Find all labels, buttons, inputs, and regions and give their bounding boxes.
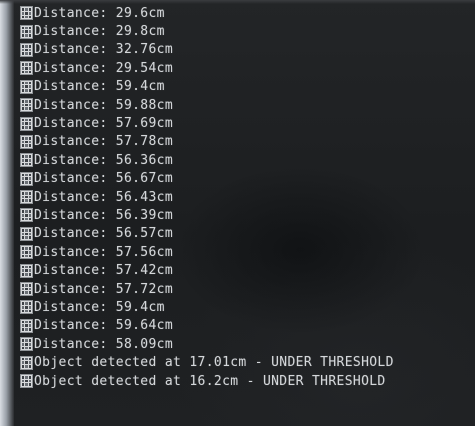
unprintable-char-icon (20, 171, 33, 186)
log-line-text: Distance: 59.88cm (34, 97, 174, 113)
unprintable-char-icon (20, 116, 33, 131)
unprintable-char-icon (20, 263, 33, 278)
log-line: Distance: 59.88cm (20, 96, 475, 114)
log-line-text: Distance: 57.69cm (34, 116, 174, 132)
log-line: Distance: 57.56cm (20, 243, 475, 261)
log-line: Distance: 56.67cm (20, 170, 475, 188)
log-line-text: Distance: 56.67cm (34, 171, 174, 187)
unprintable-char-icon (20, 42, 33, 57)
log-line-text: Object detected at 16.2cm - UNDER THRESH… (34, 373, 386, 389)
log-line-text: Distance: 29.6cm (34, 5, 165, 21)
log-line: Distance: 57.78cm (20, 133, 475, 151)
unprintable-char-icon (20, 337, 33, 352)
log-line: Object detected at 17.01cm - UNDER THRES… (20, 353, 475, 371)
log-line-text: Distance: 56.43cm (34, 189, 174, 205)
log-line: Object detected at 16.2cm - UNDER THRESH… (20, 372, 475, 390)
log-line-text: Distance: 56.36cm (34, 152, 174, 168)
log-line: Distance: 59.4cm (20, 298, 475, 316)
unprintable-char-icon (20, 61, 33, 76)
log-line-text: Distance: 29.54cm (34, 60, 174, 76)
unprintable-char-icon (20, 300, 33, 315)
log-line: Distance: 29.6cm (20, 4, 475, 22)
log-line-text: Distance: 56.57cm (34, 226, 174, 242)
unprintable-char-icon (20, 282, 33, 297)
unprintable-char-icon (20, 190, 33, 205)
unprintable-char-icon (20, 374, 33, 388)
log-line: Distance: 56.39cm (20, 206, 475, 224)
unprintable-char-icon (20, 245, 33, 260)
unprintable-char-icon (20, 24, 33, 39)
log-line: Distance: 57.69cm (20, 114, 475, 132)
unprintable-char-icon (20, 79, 33, 94)
log-line: Distance: 58.09cm (20, 335, 475, 353)
log-line-text: Distance: 57.72cm (34, 281, 174, 297)
log-line-text: Object detected at 17.01cm - UNDER THRES… (34, 355, 394, 371)
unprintable-char-icon (20, 208, 33, 223)
unprintable-char-icon (20, 318, 33, 333)
log-line-text: Distance: 32.76cm (34, 42, 174, 58)
log-line: Distance: 59.4cm (20, 78, 475, 96)
log-line-text: Distance: 56.39cm (34, 207, 174, 223)
log-line-text: Distance: 59.4cm (34, 299, 165, 315)
unprintable-char-icon (20, 6, 33, 21)
log-line-text: Distance: 29.8cm (34, 24, 165, 40)
log-line: Distance: 56.43cm (20, 188, 475, 206)
log-line: Distance: 32.76cm (20, 41, 475, 59)
unprintable-char-icon (20, 226, 33, 241)
log-line-text: Distance: 59.64cm (34, 318, 174, 334)
terminal-screen: Distance: 29.6cm Distance: 29.8cm Distan… (0, 0, 475, 426)
log-line-text: Distance: 58.09cm (34, 336, 174, 352)
log-line-text: Distance: 57.78cm (34, 134, 174, 150)
unprintable-char-icon (20, 153, 33, 168)
unprintable-char-icon (20, 98, 33, 113)
log-line: Distance: 29.8cm (20, 22, 475, 40)
serial-output-log: Distance: 29.6cm Distance: 29.8cm Distan… (20, 4, 475, 390)
log-line: Distance: 57.72cm (20, 280, 475, 298)
log-line: Distance: 29.54cm (20, 59, 475, 77)
log-line: Distance: 57.42cm (20, 261, 475, 279)
log-line-text: Distance: 59.4cm (34, 79, 165, 95)
monitor-bezel-edge (0, 0, 14, 426)
unprintable-char-icon (20, 355, 33, 370)
log-line-text: Distance: 57.42cm (34, 263, 174, 279)
log-line-text: Distance: 57.56cm (34, 244, 174, 260)
log-line: Distance: 59.64cm (20, 317, 475, 335)
log-line: Distance: 56.57cm (20, 225, 475, 243)
log-line: Distance: 56.36cm (20, 151, 475, 169)
unprintable-char-icon (20, 134, 33, 149)
